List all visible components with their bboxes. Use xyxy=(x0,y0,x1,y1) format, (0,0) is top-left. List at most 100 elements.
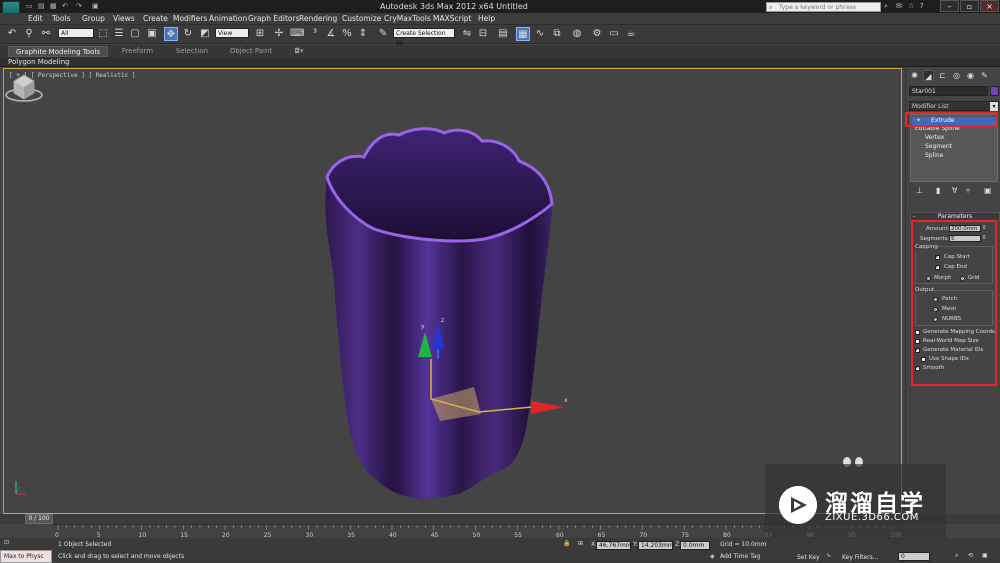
select-and-move-icon[interactable]: ✥ xyxy=(164,27,178,41)
perspective-viewport[interactable]: y z x [ + ] [ Perspective ] [ Realistic … xyxy=(3,68,902,514)
tab-object-paint[interactable]: Object Paint xyxy=(222,46,280,57)
set-key-button[interactable]: Set Key xyxy=(797,554,820,561)
menu-rendering[interactable]: Rendering xyxy=(299,14,337,23)
save-file-icon[interactable]: ▦ xyxy=(50,2,57,10)
menu-maxscript[interactable]: MAXScript xyxy=(433,14,472,23)
project-folder-icon[interactable]: ▣ xyxy=(92,2,99,10)
menu-help[interactable]: Help xyxy=(478,14,495,23)
communication-center-icon[interactable]: ✉ xyxy=(896,2,902,10)
select-by-name-icon[interactable]: ☰ xyxy=(112,27,126,41)
show-end-result-icon[interactable]: ▮ xyxy=(936,186,940,195)
configure-sets-icon[interactable]: ▣ xyxy=(984,186,992,195)
menu-crymaxtools[interactable]: CryMaxTools xyxy=(384,14,431,23)
time-tag-icon[interactable]: ◈ xyxy=(710,553,715,560)
reference-coordinate-dropdown[interactable]: View xyxy=(215,28,249,38)
display-tab-icon[interactable]: ◉ xyxy=(965,70,976,81)
minimize-button[interactable]: – xyxy=(940,0,959,12)
menu-views[interactable]: Views xyxy=(113,14,135,23)
window-crossing-icon[interactable]: ▣ xyxy=(145,27,159,41)
maxscript-listener[interactable]: Max to Physc xyxy=(0,550,52,563)
maximize-viewport-icon[interactable]: ▣ xyxy=(982,552,988,559)
open-file-icon[interactable]: ▤ xyxy=(38,2,45,10)
keyboard-shortcut-icon[interactable]: ⌨ xyxy=(290,27,304,41)
key-mode-icon[interactable]: ∿ xyxy=(826,552,831,559)
graphite-toggle-icon[interactable]: ▦ xyxy=(516,27,530,41)
menu-graph-editors[interactable]: Graph Editors xyxy=(248,14,300,23)
create-tab-icon[interactable]: ✺ xyxy=(909,70,920,81)
curve-editor-icon[interactable]: ∿ xyxy=(533,27,547,41)
menu-create[interactable]: Create xyxy=(143,14,168,23)
layer-manager-icon[interactable]: ▤ xyxy=(496,27,510,41)
modify-tab-icon[interactable]: ◢ xyxy=(923,70,934,81)
favorites-star-icon[interactable]: ☆ xyxy=(908,2,914,10)
unlink-icon[interactable]: ⚯ xyxy=(39,27,53,41)
menu-edit[interactable]: Edit xyxy=(28,14,43,23)
tab-selection[interactable]: Selection xyxy=(168,46,216,57)
menu-group[interactable]: Group xyxy=(82,14,105,23)
undo-icon[interactable]: ↶ xyxy=(62,2,68,10)
redo-icon[interactable]: ↷ xyxy=(76,2,82,10)
rendered-frame-icon[interactable]: ▭ xyxy=(607,27,621,41)
stack-item-spline[interactable]: Spline xyxy=(925,152,943,160)
key-filters-button[interactable]: Key Filters... xyxy=(842,554,879,561)
x-axis-arrow[interactable] xyxy=(531,401,564,414)
x-coordinate-field[interactable]: 46.767mm xyxy=(596,541,632,550)
mirror-icon[interactable]: ⇋ xyxy=(460,27,474,41)
menu-customize[interactable]: Customize xyxy=(342,14,381,23)
object-name-field[interactable]: Star001 xyxy=(909,86,988,96)
named-selection-dropdown[interactable]: Create Selection Se xyxy=(393,28,455,47)
rect-selection-icon[interactable]: ▢ xyxy=(128,27,142,41)
render-production-icon[interactable]: ☕ xyxy=(624,27,638,41)
pivot-center-icon[interactable]: ⊞ xyxy=(253,27,267,41)
help-icon[interactable]: ? xyxy=(920,2,924,10)
stack-item-segment[interactable]: Segment xyxy=(925,143,952,151)
orbit-icon[interactable]: ⟲ xyxy=(968,552,973,559)
schematic-view-icon[interactable]: ⧉ xyxy=(550,27,564,41)
ribbon-options-icon[interactable]: ◘▾ xyxy=(292,46,306,57)
search-go-icon[interactable]: ⌕ xyxy=(884,2,888,11)
absolute-mode-icon[interactable]: ⊞ xyxy=(578,540,583,547)
new-file-icon[interactable]: ▭ xyxy=(26,2,33,10)
select-and-scale-icon[interactable]: ◩ xyxy=(198,27,212,41)
utilities-tab-icon[interactable]: ✎ xyxy=(979,70,990,81)
y-coordinate-field[interactable]: 14.203mm xyxy=(638,541,674,550)
make-unique-icon[interactable]: ∀ xyxy=(952,186,957,195)
align-icon[interactable]: ⊟ xyxy=(476,27,490,41)
undo-tool-icon[interactable]: ↶ xyxy=(5,27,19,41)
polygon-modeling-panel[interactable]: Polygon Modeling xyxy=(8,58,70,66)
menu-animation[interactable]: Animation xyxy=(209,14,247,23)
percent-snap-icon[interactable]: % xyxy=(340,27,354,41)
menu-modifiers[interactable]: Modifiers xyxy=(173,14,207,23)
selection-filter-dropdown[interactable]: All xyxy=(58,28,94,38)
angle-snap-icon[interactable]: ∡ xyxy=(324,27,338,41)
snap-toggle-icon[interactable]: ³ xyxy=(308,27,322,41)
lock-selection-icon[interactable]: 🔒 xyxy=(563,540,570,547)
search-input[interactable]: ⌕ Type a keyword or phrase xyxy=(766,2,881,12)
tab-graphite-modeling-tools[interactable]: Graphite Modeling Tools xyxy=(8,46,108,57)
select-and-rotate-icon[interactable]: ↻ xyxy=(181,27,195,41)
current-frame-field[interactable]: 0 xyxy=(898,552,930,561)
z-coordinate-field[interactable]: 0.0mm xyxy=(680,541,710,550)
mini-listener-icon[interactable]: ⊡ xyxy=(4,539,9,546)
add-time-tag[interactable]: Add Time Tag xyxy=(720,553,760,560)
menu-tools[interactable]: Tools xyxy=(52,14,70,23)
viewcube-icon[interactable] xyxy=(4,69,44,105)
pin-stack-icon[interactable]: ⊥ xyxy=(916,186,923,195)
stack-item-vertex[interactable]: Vertex xyxy=(925,134,944,142)
time-slider-thumb[interactable]: 0 / 100 xyxy=(25,514,53,524)
tab-freeform[interactable]: Freeform xyxy=(110,46,165,57)
maximize-button[interactable]: ▫ xyxy=(960,0,979,12)
close-button[interactable]: × xyxy=(980,0,999,12)
hierarchy-tab-icon[interactable]: ⊏ xyxy=(937,70,948,81)
material-editor-icon[interactable]: ◍ xyxy=(570,27,584,41)
edit-named-selection-icon[interactable]: ✎ xyxy=(376,27,390,41)
spinner-snap-icon[interactable]: ⇕ xyxy=(356,27,370,41)
remove-modifier-icon[interactable]: ▿ xyxy=(966,186,970,195)
motion-tab-icon[interactable]: ◎ xyxy=(951,70,962,81)
select-object-icon[interactable]: ⬚ xyxy=(96,27,110,41)
manipulate-icon[interactable]: ✢ xyxy=(272,27,286,41)
modifier-list-dropdown[interactable]: Modifier List ▾ xyxy=(909,101,999,111)
render-setup-icon[interactable]: ⚙ xyxy=(590,27,604,41)
select-link-icon[interactable]: ⚲ xyxy=(22,27,36,41)
object-color-swatch[interactable] xyxy=(990,86,999,96)
